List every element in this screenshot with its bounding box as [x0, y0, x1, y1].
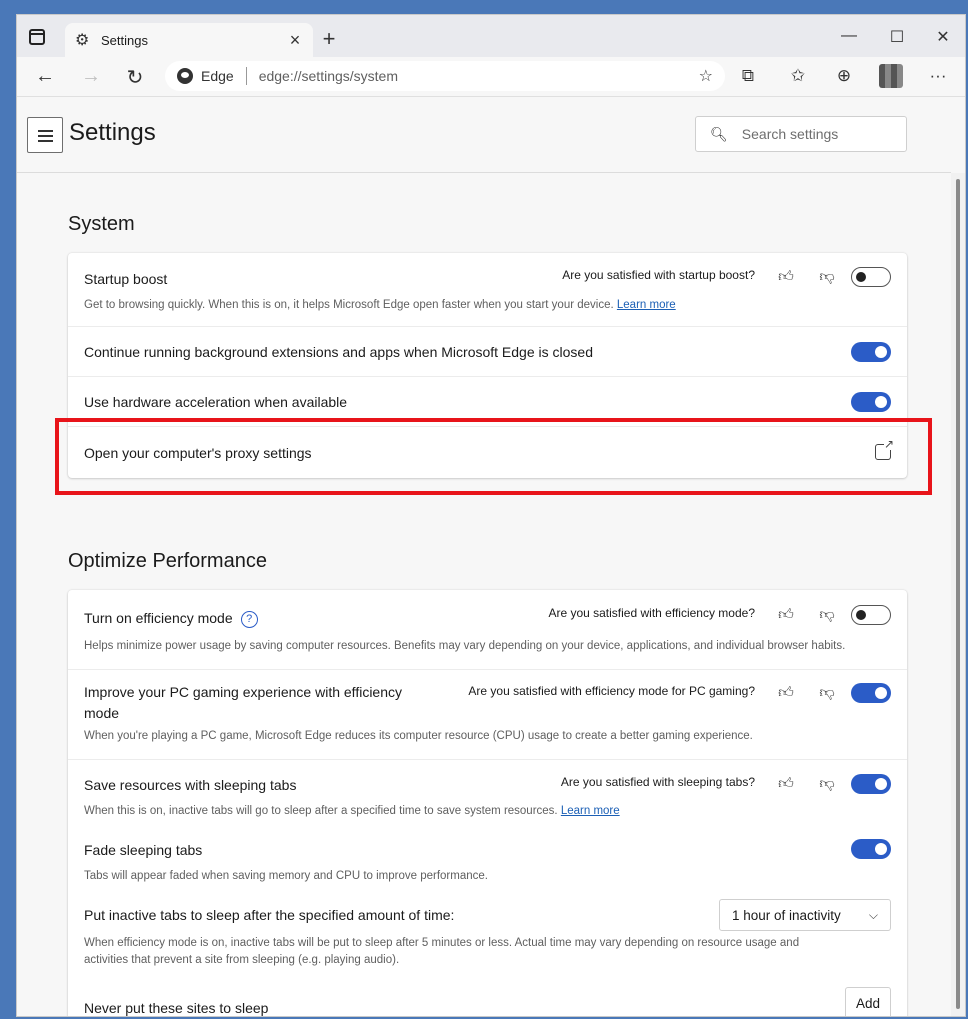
- setting-description: When this is on, inactive tabs will go t…: [84, 805, 620, 817]
- efficiency-mode-toggle[interactable]: [851, 605, 891, 625]
- navigation-toolbar: ← → ↻ Edge edge://settings/system ☆ ⧉ ✩ …: [17, 57, 965, 97]
- setting-title-inactive: Put inactive tabs to sleep after the spe…: [84, 907, 455, 923]
- add-favorite-icon[interactable]: ☆: [699, 66, 713, 86]
- address-url[interactable]: edge://settings/system: [259, 68, 699, 84]
- edge-logo-icon: [177, 68, 193, 84]
- feedback-prompt: Are you satisfied with efficiency mode?: [548, 606, 755, 620]
- refresh-icon[interactable]: ↻: [123, 65, 147, 90]
- menu-icon[interactable]: [27, 117, 63, 153]
- search-box[interactable]: 🔍︎: [695, 116, 907, 152]
- setting-sleeping-tabs-group: Save resources with sleeping tabs Are yo…: [68, 760, 907, 1016]
- sleeping-tabs-toggle[interactable]: [851, 774, 891, 794]
- feedback-prompt: Are you satisfied with startup boost?: [562, 268, 755, 282]
- learn-more-link[interactable]: Learn more: [617, 299, 676, 311]
- sleep-timeout-dropdown[interactable]: 1 hour of inactivity ⌵: [719, 899, 891, 931]
- section-title-system: System: [68, 213, 135, 235]
- tab-settings[interactable]: ⚙ Settings ×: [65, 23, 313, 57]
- thumbs-down-icon[interactable]: 👎︎: [819, 684, 835, 702]
- setting-title: Turn on efficiency mode?: [84, 610, 258, 628]
- setting-title: Improve your PC gaming experience with e…: [84, 684, 403, 700]
- setting-description: When you're playing a PC game, Microsoft…: [84, 730, 753, 742]
- fade-sleeping-tabs-toggle[interactable]: [851, 839, 891, 859]
- setting-title: Save resources with sleeping tabs: [84, 777, 297, 793]
- more-menu-icon[interactable]: ···: [927, 66, 949, 86]
- maximize-icon[interactable]: ☐: [887, 27, 907, 47]
- gaming-efficiency-toggle[interactable]: [851, 683, 891, 703]
- tab-title: Settings: [101, 32, 148, 48]
- scrollbar-thumb[interactable]: [956, 179, 960, 1009]
- settings-header: Settings 🔍︎: [17, 97, 951, 173]
- performance-card: Turn on efficiency mode? Are you satisfi…: [68, 590, 907, 1016]
- thumbs-up-icon[interactable]: 👍︎: [778, 268, 794, 286]
- tab-actions-icon[interactable]: [29, 29, 45, 45]
- setting-description: Tabs will appear faded when saving memor…: [84, 870, 488, 882]
- tab-strip: ⚙ Settings × + — ☐ ✕: [17, 15, 965, 57]
- scrollbar[interactable]: [951, 173, 965, 1016]
- setting-title-fade: Fade sleeping tabs: [84, 842, 203, 858]
- section-title-performance: Optimize Performance: [68, 550, 267, 572]
- thumbs-up-icon[interactable]: 👍︎: [778, 606, 794, 624]
- setting-description: Helps minimize power usage by saving com…: [84, 640, 846, 652]
- setting-title: Startup boost: [84, 271, 168, 287]
- highlight-annotation: [55, 418, 932, 495]
- back-icon[interactable]: ←: [33, 65, 57, 88]
- close-tab-icon[interactable]: ×: [287, 30, 303, 51]
- setting-description: When efficiency mode is on, inactive tab…: [84, 937, 800, 949]
- thumbs-down-icon[interactable]: 👎︎: [819, 775, 835, 793]
- background-extensions-toggle[interactable]: [851, 342, 891, 362]
- address-separator: [245, 67, 247, 85]
- setting-title-continued: mode: [84, 705, 120, 721]
- dropdown-value: 1 hour of inactivity: [732, 907, 841, 923]
- thumbs-up-icon[interactable]: 👍︎: [778, 775, 794, 793]
- thumbs-up-icon[interactable]: 👍︎: [778, 684, 794, 702]
- close-window-icon[interactable]: ✕: [933, 27, 953, 47]
- search-input[interactable]: [741, 126, 882, 142]
- gear-icon: ⚙: [75, 32, 90, 49]
- add-site-button[interactable]: Add: [845, 987, 891, 1016]
- favorites-icon[interactable]: ✩: [787, 66, 809, 86]
- learn-more-link[interactable]: Learn more: [561, 805, 620, 817]
- feedback-prompt: Are you satisfied with sleeping tabs?: [560, 775, 755, 789]
- setting-title-never-sleep: Never put these sites to sleep: [84, 1000, 269, 1016]
- startup-boost-toggle[interactable]: [851, 267, 891, 287]
- address-bar[interactable]: Edge edge://settings/system ☆: [165, 61, 725, 91]
- thumbs-down-icon[interactable]: 👎︎: [819, 606, 835, 624]
- setting-title: Use hardware acceleration when available: [84, 394, 348, 410]
- setting-description-continued: activities that prevent a site from slee…: [84, 954, 400, 966]
- setting-background-extensions: Continue running background extensions a…: [68, 327, 907, 377]
- thumbs-down-icon[interactable]: 👎︎: [819, 268, 835, 286]
- setting-gaming-efficiency: Improve your PC gaming experience with e…: [68, 670, 907, 760]
- hardware-acceleration-toggle[interactable]: [851, 392, 891, 412]
- search-icon: 🔍︎: [710, 125, 728, 142]
- setting-efficiency-mode: Turn on efficiency mode? Are you satisfi…: [68, 590, 907, 670]
- new-tab-icon[interactable]: +: [317, 26, 341, 52]
- address-brand: Edge: [201, 68, 234, 84]
- setting-startup-boost: Startup boost Are you satisfied with sta…: [68, 253, 907, 327]
- setting-title: Continue running background extensions a…: [84, 344, 593, 360]
- settings-content: System Startup boost Are you satisfied w…: [17, 173, 951, 1016]
- setting-description: Get to browsing quickly. When this is on…: [84, 299, 676, 311]
- chevron-down-icon: ⌵: [868, 907, 878, 922]
- page-title: Settings: [69, 119, 156, 146]
- extensions-icon[interactable]: ⧉: [737, 66, 759, 86]
- browser-window: ⚙ Settings × + — ☐ ✕ ← → ↻ Edge edge://s…: [16, 14, 966, 1017]
- feedback-prompt: Are you satisfied with efficiency mode f…: [468, 684, 755, 698]
- help-icon[interactable]: ?: [240, 610, 258, 628]
- profile-avatar[interactable]: [879, 64, 903, 88]
- forward-icon[interactable]: →: [79, 65, 103, 88]
- minimize-icon[interactable]: —: [839, 27, 859, 45]
- collections-icon[interactable]: ⊕: [833, 66, 855, 86]
